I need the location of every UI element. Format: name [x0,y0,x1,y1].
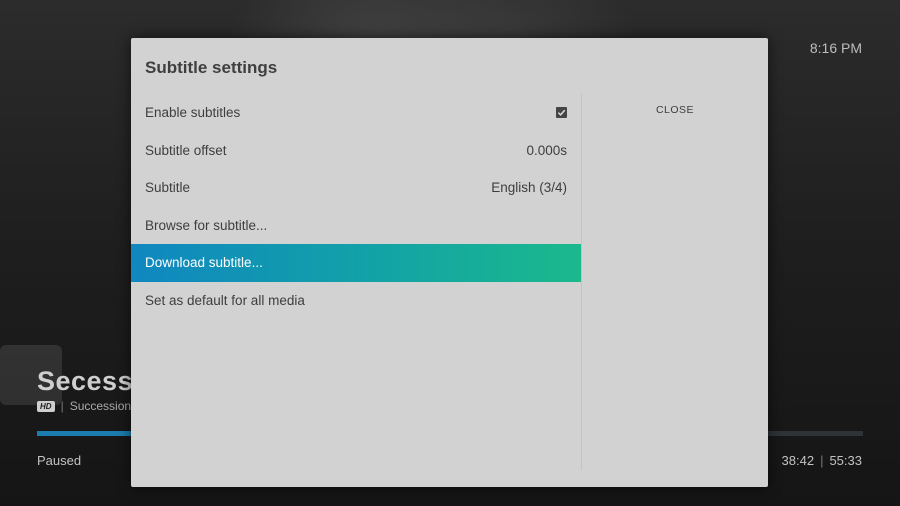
dialog-title: Subtitle settings [145,58,278,77]
subtitle-settings-dialog: Subtitle settings Enable subtitles Subti… [131,38,768,487]
hd-badge: HD [37,400,55,412]
total-time: 55:33 [829,453,862,468]
time-display: 38:42 | 55:33 [782,453,862,468]
playback-status: Paused [37,453,82,468]
item-label: Subtitle offset [145,142,227,158]
set-default-item[interactable]: Set as default for all media [131,282,581,320]
separator: | [820,453,824,468]
item-value: English (3/4) [491,180,567,196]
item-label: Subtitle [145,180,191,196]
separator: | [60,399,64,413]
divider [581,94,582,470]
clock: 8:16 PM [809,40,862,56]
item-value: 0.000s [526,142,567,158]
elapsed-time: 38:42 [781,453,815,468]
item-label: Set as default for all media [145,292,305,308]
item-label: Browse for subtitle... [145,217,268,233]
item-label: Download subtitle... [145,255,263,271]
checkbox-checked-icon[interactable] [556,107,567,119]
enable-subtitles-item[interactable]: Enable subtitles [131,94,581,132]
settings-list: Enable subtitles Subtitle offset 0.000s … [131,94,581,319]
item-label: Enable subtitles [145,105,241,121]
download-subtitle-item[interactable]: Download subtitle... [131,244,581,282]
subtitle-stream-item[interactable]: Subtitle English (3/4) [131,169,581,207]
browse-subtitle-item[interactable]: Browse for subtitle... [131,207,581,245]
media-info-line: HD | Succession [37,399,131,413]
media-subtitle-text: Succession [69,399,132,413]
close-button[interactable]: CLOSE [582,104,768,116]
subtitle-offset-item[interactable]: Subtitle offset 0.000s [131,132,581,170]
